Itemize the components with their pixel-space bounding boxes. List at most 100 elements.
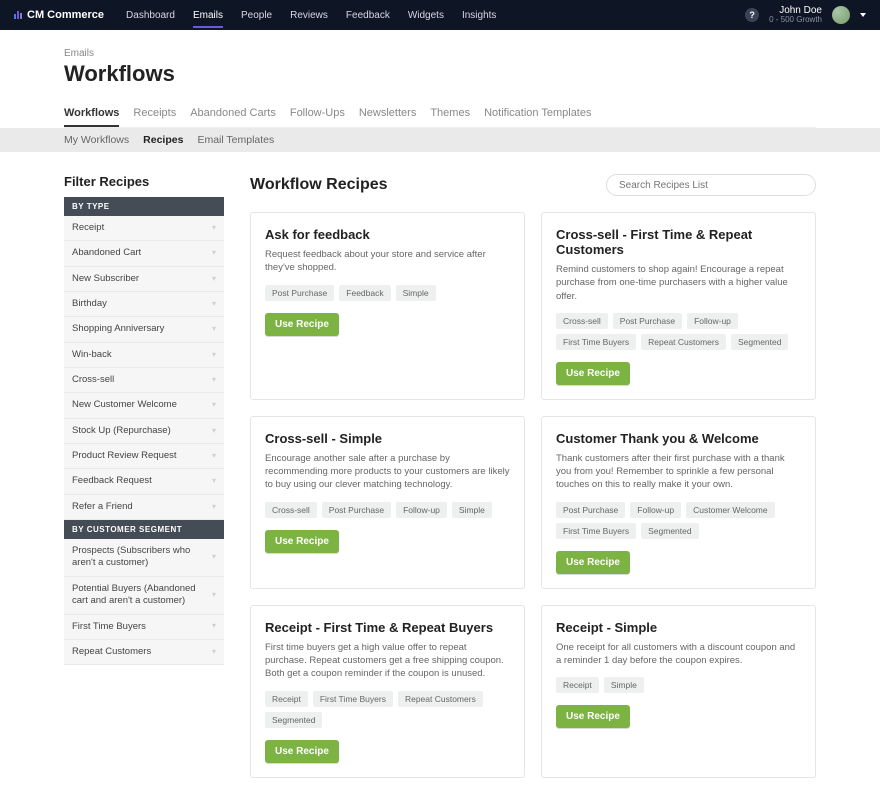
recipe-card: Customer Thank you & Welcome Thank custom…: [541, 416, 816, 589]
filter-item[interactable]: Stock Up (Repurchase)▾: [64, 419, 224, 444]
recipe-desc: One receipt for all customers with a dis…: [556, 641, 801, 668]
main-heading: Workflow Recipes: [250, 176, 388, 194]
recipe-title: Cross-sell - Simple: [265, 431, 510, 446]
tag[interactable]: First Time Buyers: [313, 691, 393, 707]
nav-emails[interactable]: Emails: [193, 2, 223, 29]
tab-receipts[interactable]: Receipts: [133, 101, 176, 127]
filter-sidebar: Filter Recipes BY TYPEReceipt▾Abandoned …: [64, 174, 224, 778]
funnel-icon: ▾: [212, 350, 216, 360]
tab-workflows[interactable]: Workflows: [64, 101, 119, 127]
nav-insights[interactable]: Insights: [462, 2, 496, 29]
subtab-recipes[interactable]: Recipes: [143, 134, 183, 146]
tag[interactable]: Post Purchase: [265, 285, 334, 301]
recipe-card: Receipt - First Time & Repeat BuyersFirs…: [250, 605, 525, 778]
tag[interactable]: Post Purchase: [556, 502, 625, 518]
tag[interactable]: Segmented: [641, 523, 698, 539]
use-recipe-button[interactable]: Use Recipe: [556, 705, 630, 728]
nav-people[interactable]: People: [241, 2, 272, 29]
tab-newsletters[interactable]: Newsletters: [359, 101, 416, 127]
brand-logo[interactable]: CM Commerce: [14, 9, 104, 21]
recipe-tags: Receipt First Time Buyers Repeat Customers…: [265, 691, 510, 728]
tag[interactable]: Cross-sell: [556, 313, 608, 329]
funnel-icon: ▾: [212, 476, 216, 486]
tag[interactable]: Follow-up: [396, 502, 447, 518]
filter-item[interactable]: Prospects (Subscribers who aren't a cust…: [64, 539, 224, 577]
tab-themes[interactable]: Themes: [430, 101, 470, 127]
tag[interactable]: Simple: [452, 502, 492, 518]
nav-dashboard[interactable]: Dashboard: [126, 2, 175, 29]
tag[interactable]: Receipt: [265, 691, 308, 707]
filter-item[interactable]: Product Review Request▾: [64, 444, 224, 469]
use-recipe-button[interactable]: Use Recipe: [265, 313, 339, 336]
tag[interactable]: Post Purchase: [613, 313, 682, 329]
chevron-down-icon[interactable]: [860, 13, 866, 17]
avatar[interactable]: [832, 6, 850, 24]
use-recipe-button[interactable]: Use Recipe: [556, 362, 630, 385]
funnel-icon: ▾: [212, 375, 216, 385]
use-recipe-button[interactable]: Use Recipe: [265, 530, 339, 553]
filter-header: BY CUSTOMER SEGMENT: [64, 520, 224, 539]
filter-item[interactable]: Refer a Friend▾: [64, 495, 224, 520]
tag[interactable]: Segmented: [731, 334, 788, 350]
filter-label: New Customer Welcome: [72, 399, 177, 411]
funnel-icon: ▾: [212, 400, 216, 410]
filter-item[interactable]: Repeat Customers ▾: [64, 640, 224, 665]
nav-reviews[interactable]: Reviews: [290, 2, 328, 29]
user-block[interactable]: John Doe 0 - 500 Growth: [769, 5, 822, 25]
funnel-icon: ▾: [212, 552, 216, 562]
recipe-tags: Receipt Simple: [556, 677, 801, 693]
filter-item[interactable]: New Customer Welcome ▾: [64, 393, 224, 418]
funnel-icon: ▾: [212, 647, 216, 657]
filter-item[interactable]: Shopping Anniversary▾: [64, 317, 224, 342]
tag[interactable]: Follow-up: [687, 313, 738, 329]
filter-header: BY TYPE: [64, 197, 224, 216]
filter-label: Refer a Friend: [72, 501, 133, 513]
search-input[interactable]: [606, 174, 816, 196]
tag[interactable]: Repeat Customers: [641, 334, 726, 350]
filter-item[interactable]: First Time Buyers▾: [64, 615, 224, 640]
recipe-desc: First time buyers get a high value offer…: [265, 641, 510, 681]
filter-item[interactable]: New Subscriber▾: [64, 267, 224, 292]
filter-item[interactable]: Birthday▾: [64, 292, 224, 317]
tag[interactable]: Segmented: [265, 712, 322, 728]
tag[interactable]: Receipt: [556, 677, 599, 693]
use-recipe-button[interactable]: Use Recipe: [265, 740, 339, 763]
subtab-email-templates[interactable]: Email Templates: [197, 134, 274, 146]
filter-item[interactable]: Cross-sell▾: [64, 368, 224, 393]
tab-abandoned-carts[interactable]: Abandoned Carts: [190, 101, 276, 127]
filter-item[interactable]: Receipt▾: [64, 216, 224, 241]
recipe-title: Receipt - Simple: [556, 620, 801, 635]
help-icon[interactable]: ?: [745, 8, 759, 22]
nav-feedback[interactable]: Feedback: [346, 2, 390, 29]
recipe-tags: Cross-sell Post Purchase Follow-up First Ti…: [556, 313, 801, 350]
recipe-title: Cross-sell - First Time & Repeat Custome…: [556, 227, 801, 257]
filter-item[interactable]: Win-back▾: [64, 343, 224, 368]
recipe-title: Customer Thank you & Welcome: [556, 431, 801, 446]
subtab-my-workflows[interactable]: My Workflows: [64, 134, 129, 146]
nav-widgets[interactable]: Widgets: [408, 2, 444, 29]
filter-item[interactable]: Feedback Request▾: [64, 469, 224, 494]
filter-item[interactable]: Abandoned Cart▾: [64, 241, 224, 266]
main-content: Workflow Recipes Ask for feedbackRequest…: [250, 174, 816, 778]
filter-label: Birthday: [72, 298, 107, 310]
tag[interactable]: First Time Buyers: [556, 523, 636, 539]
recipe-title: Ask for feedback: [265, 227, 510, 242]
tag[interactable]: First Time Buyers: [556, 334, 636, 350]
filter-label: Repeat Customers: [72, 646, 151, 658]
tag[interactable]: Simple: [604, 677, 644, 693]
tab-notification-templates[interactable]: Notification Templates: [484, 101, 591, 127]
tag[interactable]: Follow-up: [630, 502, 681, 518]
tag[interactable]: Post Purchase: [322, 502, 391, 518]
tab-follow-ups[interactable]: Follow-Ups: [290, 101, 345, 127]
funnel-icon: ▾: [212, 590, 216, 600]
funnel-icon: ▾: [212, 274, 216, 284]
tag[interactable]: Cross-sell: [265, 502, 317, 518]
recipe-desc: Thank customers after their first purcha…: [556, 452, 801, 492]
funnel-icon: ▾: [212, 451, 216, 461]
tag[interactable]: Repeat Customers: [398, 691, 483, 707]
use-recipe-button[interactable]: Use Recipe: [556, 551, 630, 574]
tag[interactable]: Feedback: [339, 285, 390, 301]
tag[interactable]: Simple: [396, 285, 436, 301]
filter-item[interactable]: Potential Buyers (Abandoned cart and are…: [64, 577, 224, 615]
tag[interactable]: Customer Welcome: [686, 502, 774, 518]
